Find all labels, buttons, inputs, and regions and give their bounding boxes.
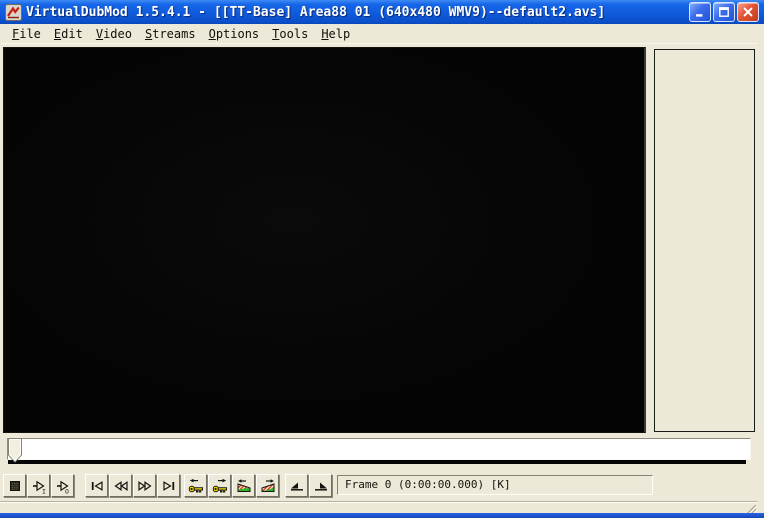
menu-edit[interactable]: Edit bbox=[49, 26, 88, 42]
window-controls bbox=[689, 2, 759, 22]
title-bar[interactable]: VirtualDubMod 1.5.4.1 - [[TT-Base] Area8… bbox=[0, 0, 764, 24]
scene-reverse-button[interactable] bbox=[232, 474, 255, 497]
goto-end-button[interactable] bbox=[157, 474, 180, 497]
minimize-button[interactable] bbox=[689, 2, 711, 22]
output-video-pane bbox=[654, 49, 755, 432]
stop-icon bbox=[7, 478, 23, 494]
close-button[interactable] bbox=[737, 2, 759, 22]
key-previous-icon bbox=[188, 478, 204, 494]
toolbar-group-3 bbox=[184, 474, 280, 497]
mark-out-icon bbox=[313, 478, 329, 494]
goto-start-icon bbox=[89, 478, 105, 494]
frame-status-field: Frame 0 (0:00:00.000) [K] bbox=[337, 475, 653, 495]
frame-forward-icon bbox=[137, 478, 153, 494]
menu-help[interactable]: Help bbox=[316, 26, 355, 42]
menu-video[interactable]: Video bbox=[91, 26, 137, 42]
frame-back-icon bbox=[113, 478, 129, 494]
goto-start-button[interactable] bbox=[85, 474, 108, 497]
key-next-button[interactable] bbox=[208, 474, 231, 497]
play-input-button[interactable]: I bbox=[27, 474, 50, 497]
virtualdubmod-window: VirtualDubMod 1.5.4.1 - [[TT-Base] Area8… bbox=[0, 0, 764, 518]
svg-text:O: O bbox=[65, 487, 69, 493]
key-previous-button[interactable] bbox=[184, 474, 207, 497]
toolbar-group-2 bbox=[85, 474, 181, 497]
close-icon bbox=[743, 7, 753, 17]
scene-forward-button[interactable] bbox=[256, 474, 279, 497]
menu-streams[interactable]: Streams bbox=[140, 26, 201, 42]
play-output-icon: O bbox=[55, 478, 71, 494]
frame-back-button[interactable] bbox=[109, 474, 132, 497]
app-icon[interactable] bbox=[5, 3, 22, 21]
frame-forward-button[interactable] bbox=[133, 474, 156, 497]
minimize-icon bbox=[696, 14, 703, 17]
play-input-icon: I bbox=[31, 478, 47, 494]
mark-in-icon bbox=[289, 478, 305, 494]
mark-in-button[interactable] bbox=[285, 474, 308, 497]
input-video-pane bbox=[3, 47, 646, 433]
menu-bar: File Edit Video Streams Options Tools Help bbox=[2, 24, 758, 44]
goto-end-icon bbox=[161, 478, 177, 494]
menu-file[interactable]: File bbox=[7, 26, 46, 42]
seek-thumb[interactable] bbox=[8, 438, 22, 463]
stop-button[interactable] bbox=[3, 474, 26, 497]
menu-options[interactable]: Options bbox=[204, 26, 265, 42]
window-title: VirtualDubMod 1.5.4.1 - [[TT-Base] Area8… bbox=[26, 4, 606, 20]
seek-track[interactable] bbox=[7, 438, 751, 460]
window-border-bottom bbox=[0, 513, 764, 518]
mark-out-button[interactable] bbox=[309, 474, 332, 497]
play-output-button[interactable]: O bbox=[51, 474, 74, 497]
maximize-icon bbox=[719, 7, 729, 17]
menu-tools[interactable]: Tools bbox=[267, 26, 313, 42]
maximize-button[interactable] bbox=[713, 2, 735, 22]
toolbar-group-4 bbox=[285, 474, 333, 497]
seek-baseline bbox=[8, 460, 746, 464]
scene-reverse-icon bbox=[236, 478, 252, 494]
scene-forward-icon bbox=[260, 478, 276, 494]
key-next-icon bbox=[212, 478, 228, 494]
svg-text:I: I bbox=[42, 487, 46, 493]
toolbar-group-1: IO bbox=[3, 474, 75, 497]
statusbar-divider bbox=[0, 501, 758, 503]
